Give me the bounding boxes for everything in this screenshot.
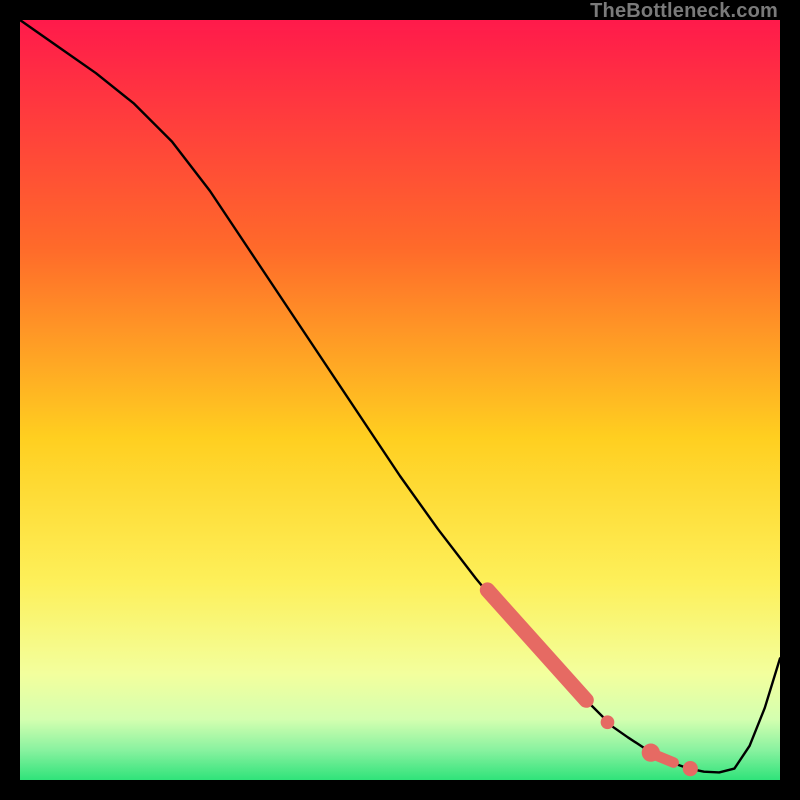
gradient-background (20, 20, 780, 780)
watermark-text: TheBottleneck.com (590, 0, 778, 23)
marker-dot (601, 715, 615, 729)
marker-segment (657, 756, 674, 763)
bottleneck-chart (20, 20, 780, 780)
marker-dot (683, 761, 698, 776)
